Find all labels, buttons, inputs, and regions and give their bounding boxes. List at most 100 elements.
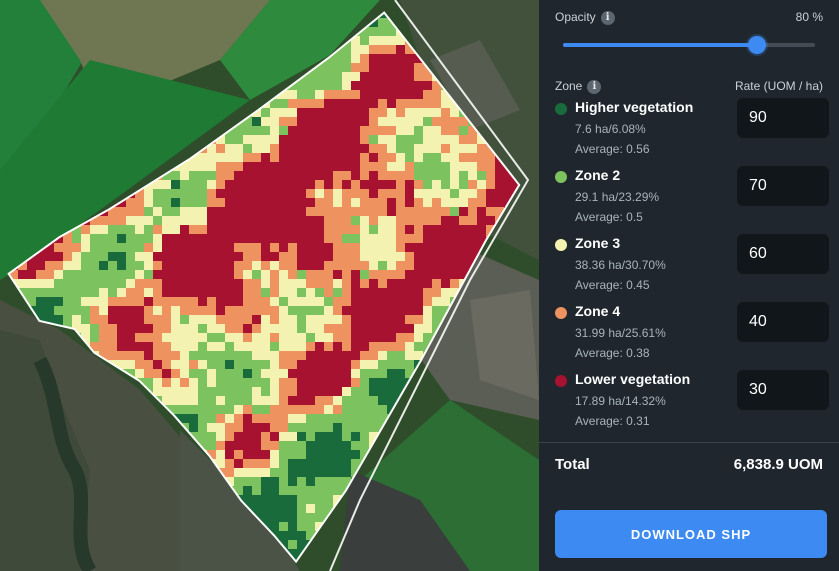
field-map-canvas[interactable]: [0, 0, 539, 571]
zone-cell: [405, 117, 415, 127]
zone-cell: [342, 279, 352, 289]
zone-cell: [378, 216, 388, 226]
zone-cell: [288, 99, 298, 109]
opacity-info-icon[interactable]: i: [600, 10, 615, 25]
zone-cell: [207, 216, 217, 226]
zone-cell: [99, 243, 109, 253]
zone-cell: [315, 99, 325, 109]
zone-cell: [225, 225, 235, 235]
zone-cell: [351, 297, 361, 307]
zone-cell: [333, 72, 343, 82]
zone-map[interactable]: [0, 0, 539, 571]
zone-cell: [342, 270, 352, 280]
zone-cell: [234, 324, 244, 334]
download-shp-button[interactable]: DOWNLOAD SHP: [555, 510, 827, 558]
zone-cell: [180, 369, 190, 379]
zone-cell: [216, 153, 226, 163]
zone-cell: [342, 153, 352, 163]
zone-cell: [261, 198, 271, 208]
zone-cell: [369, 423, 379, 433]
zone-cell: [234, 288, 244, 298]
zone-cell: [225, 189, 235, 199]
zone-cell: [270, 477, 280, 487]
zone-cell: [306, 144, 316, 154]
zone-cell: [252, 216, 262, 226]
zone-cell: [261, 189, 271, 199]
zone-cell: [351, 414, 361, 424]
zone-cell: [198, 216, 208, 226]
zone-cell: [315, 423, 325, 433]
zone-cell: [207, 387, 217, 397]
zone-cell: [288, 468, 298, 478]
zone-cell: [270, 288, 280, 298]
zone-cell: [135, 351, 145, 361]
zone-cell: [387, 324, 397, 334]
zone-rate-input[interactable]: [737, 166, 829, 206]
zone-cell: [414, 261, 424, 271]
zone-cell: [99, 270, 109, 280]
zone-cell: [306, 495, 316, 505]
zone-cell: [144, 351, 154, 361]
zone-cell: [225, 342, 235, 352]
zone-cell: [360, 171, 370, 181]
zone-cell: [360, 36, 370, 46]
zone-cell: [306, 378, 316, 388]
opacity-slider[interactable]: [563, 36, 815, 54]
zone-rate-input[interactable]: [737, 98, 829, 138]
zone-cell: [477, 153, 487, 163]
zone-info-icon[interactable]: i: [587, 79, 602, 94]
zone-cell: [387, 279, 397, 289]
zone-cell: [189, 297, 199, 307]
zone-rate-input[interactable]: [737, 302, 829, 342]
zone-cell: [387, 234, 397, 244]
zone-cell: [216, 333, 226, 343]
opacity-slider-thumb[interactable]: [748, 36, 766, 54]
zone-cell: [117, 306, 127, 316]
zone-cell: [207, 252, 217, 262]
zone-cell: [126, 252, 136, 262]
zone-cell: [378, 189, 388, 199]
zone-rate-input[interactable]: [737, 234, 829, 274]
zone-cell: [90, 315, 100, 325]
zone-cell: [315, 315, 325, 325]
zone-cell: [234, 459, 244, 469]
zone-cell: [441, 153, 451, 163]
zone-cell: [243, 153, 253, 163]
zone-cell: [441, 270, 451, 280]
zone-cell: [396, 270, 406, 280]
zone-cell: [135, 261, 145, 271]
zone-cell: [297, 459, 307, 469]
zone-cell: [333, 423, 343, 433]
zone-cell: [396, 117, 406, 127]
zone-cell: [288, 459, 298, 469]
zone-cell: [423, 162, 433, 172]
zone-cell: [324, 108, 334, 118]
zone-cell: [369, 252, 379, 262]
zone-cell: [189, 324, 199, 334]
zone-cell: [261, 270, 271, 280]
zone-cell: [405, 153, 415, 163]
zone-cell: [342, 54, 352, 64]
zone-cell: [108, 252, 118, 262]
zone-cell: [288, 180, 298, 190]
zone-cell: [315, 342, 325, 352]
zone-cell: [162, 360, 172, 370]
zone-rate-input[interactable]: [737, 370, 829, 410]
zone-cell: [288, 486, 298, 496]
zone-cell: [405, 342, 415, 352]
zone-cell: [432, 261, 442, 271]
zone-cell: [378, 297, 388, 307]
zone-cell: [207, 405, 217, 415]
zone-cell: [198, 396, 208, 406]
zone-cell: [144, 297, 154, 307]
zone-cell: [306, 288, 316, 298]
zone-cell: [162, 252, 172, 262]
zone-cell: [360, 279, 370, 289]
zone-cell: [297, 387, 307, 397]
zone-cell: [324, 486, 334, 496]
zones-panel: Opacity i 80 % Zone i Rate (UOM / ha) High…: [539, 0, 839, 571]
zone-cell: [270, 450, 280, 460]
zone-cell: [270, 297, 280, 307]
zone-cell: [333, 99, 343, 109]
zone-cell: [234, 414, 244, 424]
